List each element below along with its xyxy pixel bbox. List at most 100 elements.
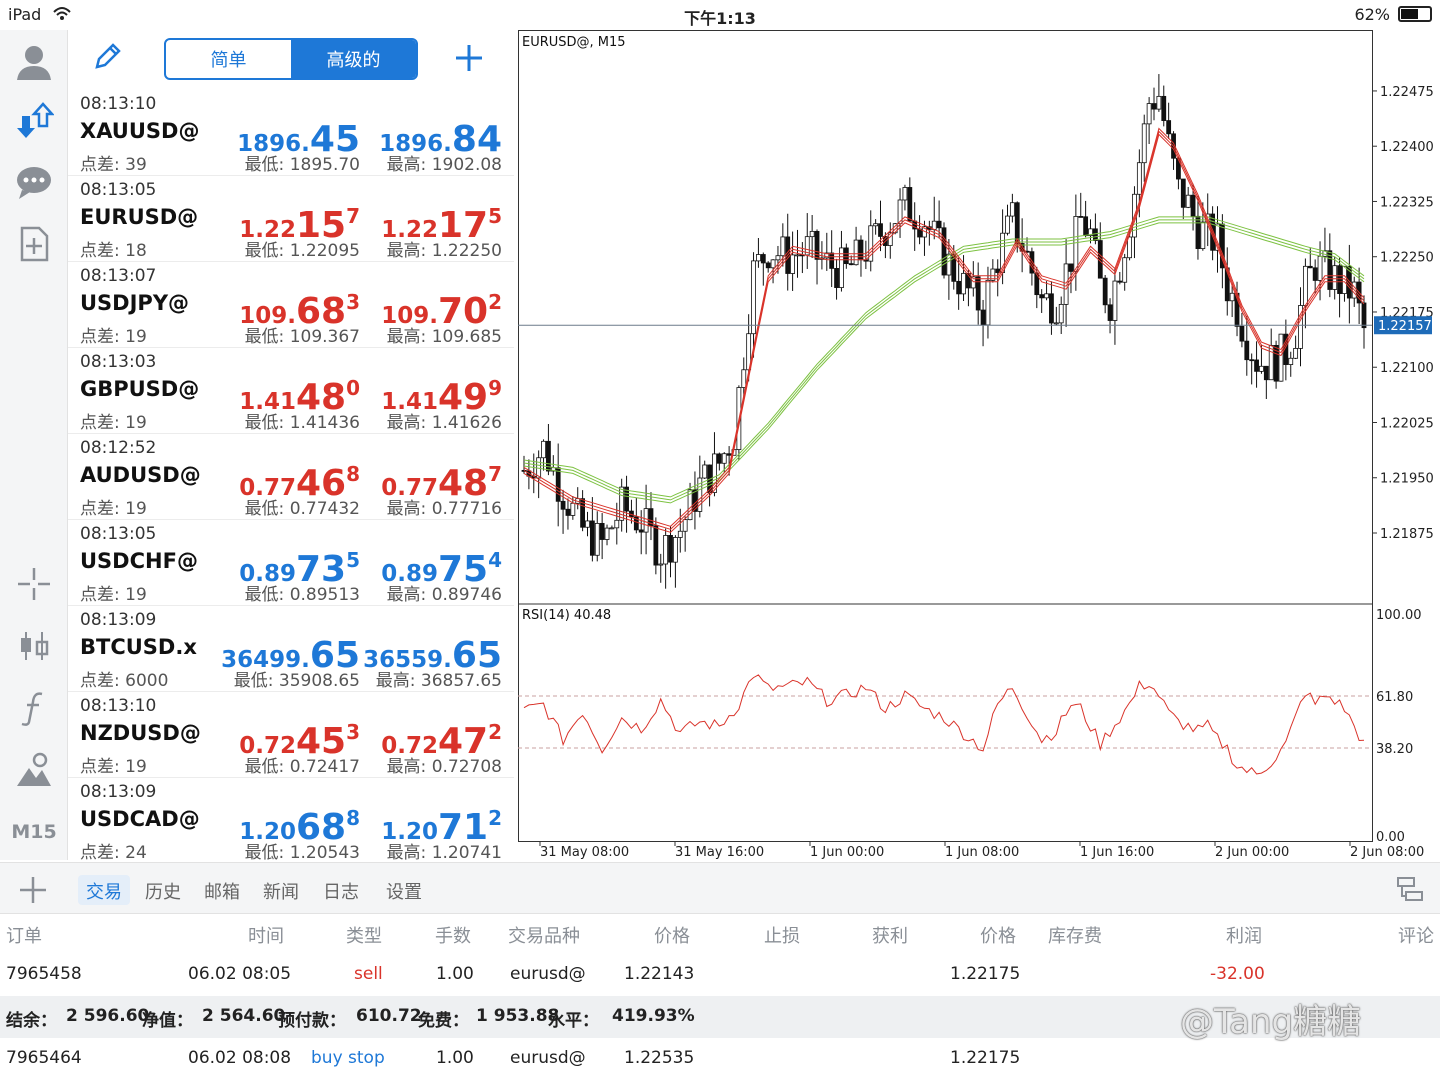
quote-row[interactable]: 08:13:10 XAUUSD@ 点差: 39 1896.45 1896.84 最低: 1… [68, 90, 514, 176]
candle-body [668, 535, 673, 563]
ask-price[interactable]: 0.72472 [381, 712, 502, 762]
tab-news[interactable]: 新闻 [255, 875, 307, 905]
candle-body [653, 525, 659, 566]
bid-price[interactable]: 0.77468 [239, 454, 360, 504]
ask-price[interactable]: 1896.84 [379, 110, 502, 160]
chart-type-icon[interactable] [12, 624, 56, 668]
quote-row[interactable]: 08:13:10 NZDUSD@ 点差: 19 0.72453 0.72472 最低: 0… [68, 692, 514, 778]
candle-body [956, 280, 962, 295]
quote-time: 08:13:03 [80, 352, 157, 372]
chart-canvas[interactable]: 1.224751.224001.223251.222501.221751.221… [518, 30, 1440, 862]
bid-price[interactable]: 1.41480 [239, 368, 360, 418]
ask-price[interactable]: 1.22175 [381, 196, 502, 246]
bid-price[interactable]: 1.20688 [239, 798, 360, 848]
bid-price[interactable]: 36499.65 [221, 626, 360, 676]
segment-advanced[interactable]: 高级的 [291, 40, 416, 78]
view-mode-toggle[interactable]: 简单 高级的 [164, 38, 418, 80]
ask-price[interactable]: 1.20712 [381, 798, 502, 848]
quote-row[interactable]: 08:13:05 USDCHF@ 点差: 19 0.89735 0.89754 最低: 0… [68, 520, 514, 606]
ask-price[interactable]: 109.702 [381, 282, 502, 332]
new-order-icon[interactable] [12, 222, 56, 266]
candle-body [931, 220, 937, 230]
quote-spread: 点差: 19 [80, 499, 147, 519]
col-profit: 利润 [1226, 926, 1262, 947]
order-id: 7965458 [6, 964, 82, 984]
ask-price[interactable]: 0.89754 [381, 540, 502, 590]
tab-history[interactable]: 历史 [137, 875, 189, 905]
candle-body [1268, 345, 1274, 381]
indicators-icon[interactable] [12, 686, 56, 730]
layout-icon[interactable] [1396, 875, 1424, 903]
crosshair-icon[interactable] [12, 562, 56, 606]
quote-row[interactable]: 08:13:09 USDCAD@ 点差: 24 1.20688 1.20712 最低: 1… [68, 778, 514, 864]
table-row[interactable]: 7965464 06.02 08:08 buy stop 1.00 eurusd… [0, 1038, 1440, 1080]
quote-low: 最低: 1.41436 [244, 413, 360, 433]
ask-price[interactable]: 36559.65 [363, 626, 502, 676]
bid-price[interactable]: 1.22157 [239, 196, 360, 246]
candle-body [1092, 228, 1098, 241]
quote-high: 最高: 0.77716 [386, 499, 502, 519]
quote-symbol: AUDUSD@ [80, 463, 201, 487]
bid-price[interactable]: 109.683 [239, 282, 360, 332]
price-fraction: 9 [488, 376, 502, 400]
table-row[interactable]: 7965458 06.02 08:05 sell 1.00 eurusd@ 1.… [0, 954, 1440, 996]
col-time: 时间 [248, 926, 284, 947]
candle-body [1263, 365, 1269, 381]
timeframe-button[interactable]: M15 [11, 810, 56, 854]
candle-body [1073, 216, 1079, 272]
quote-time: 08:13:09 [80, 610, 157, 630]
quote-row[interactable]: 08:13:03 GBPUSD@ 点差: 19 1.41480 1.41499 最低: 1… [68, 348, 514, 434]
bid-price[interactable]: 0.89735 [239, 540, 360, 590]
order-current-price: 1.22175 [950, 1048, 1021, 1068]
price-fraction: 7 [488, 462, 502, 486]
quote-symbol: BTCUSD.x [80, 635, 197, 659]
quote-row[interactable]: 08:13:05 EURUSD@ 点差: 18 1.22157 1.22175 最低: 1… [68, 176, 514, 262]
quote-row[interactable]: 08:13:07 USDJPY@ 点差: 19 109.683 109.702 最低: 1… [68, 262, 514, 348]
quotes-header: 简单 高级的 [68, 30, 514, 90]
tab-journal[interactable]: 日志 [315, 875, 367, 905]
quote-row[interactable]: 08:13:09 BTCUSD.x 点差: 6000 36499.65 36559.65… [68, 606, 514, 692]
ask-price[interactable]: 0.77487 [381, 454, 502, 504]
ask-price[interactable]: 1.41499 [381, 368, 502, 418]
price-chart[interactable]: 1.22475 1.22400 1.22325 1.22250 1.22175 1.221… [518, 30, 1440, 862]
tab-settings[interactable]: 设置 [378, 875, 430, 905]
candle-body [599, 522, 605, 540]
tab-mailbox[interactable]: 邮箱 [196, 875, 248, 905]
bid-price[interactable]: 0.72453 [239, 712, 360, 762]
candle-body [1185, 194, 1191, 208]
time-tick-label: 1 Jun 08:00 [945, 845, 1019, 860]
segment-simple[interactable]: 简单 [166, 40, 291, 78]
quote-time: 08:12:52 [80, 438, 157, 458]
candle-body [1190, 194, 1196, 217]
quote-low: 最低: 0.89513 [244, 585, 360, 605]
quote-spread: 点差: 39 [80, 155, 147, 175]
bid-price[interactable]: 1896.45 [237, 110, 360, 160]
quote-high: 最高: 1.20741 [386, 843, 502, 863]
candle-body [560, 500, 566, 510]
chat-icon[interactable] [12, 160, 56, 204]
price-tick-label: 1.22400 [1380, 140, 1434, 155]
order-symbol: eurusd@ [510, 964, 586, 984]
add-icon[interactable] [18, 869, 48, 914]
candle-body [594, 522, 600, 556]
candle-body [1293, 348, 1299, 359]
quote-row[interactable]: 08:12:52 AUDUSD@ 点差: 19 0.77468 0.77487 最低: 0… [68, 434, 514, 520]
candle-body [843, 247, 849, 265]
account-icon[interactable] [12, 40, 56, 84]
watermark: @Tang糖糖 [1180, 1002, 1362, 1042]
add-symbol-icon[interactable] [454, 34, 484, 84]
rsi-line [523, 674, 1365, 775]
quote-low: 最低: 0.72417 [244, 757, 360, 777]
tab-trade[interactable]: 交易 [78, 875, 130, 905]
candle-body [829, 252, 835, 269]
candle-body [643, 508, 649, 533]
free-margin-value: 1 953.88 [476, 1006, 560, 1026]
price-tick-label: 1.22475 [1380, 85, 1434, 100]
quote-high: 最高: 1902.08 [386, 155, 502, 175]
quotes-icon[interactable] [12, 98, 56, 142]
candle-body [1361, 302, 1367, 329]
candle-body [1127, 236, 1132, 259]
edit-icon[interactable] [92, 40, 124, 80]
objects-icon[interactable] [12, 748, 56, 792]
chart-frame [518, 30, 1373, 842]
